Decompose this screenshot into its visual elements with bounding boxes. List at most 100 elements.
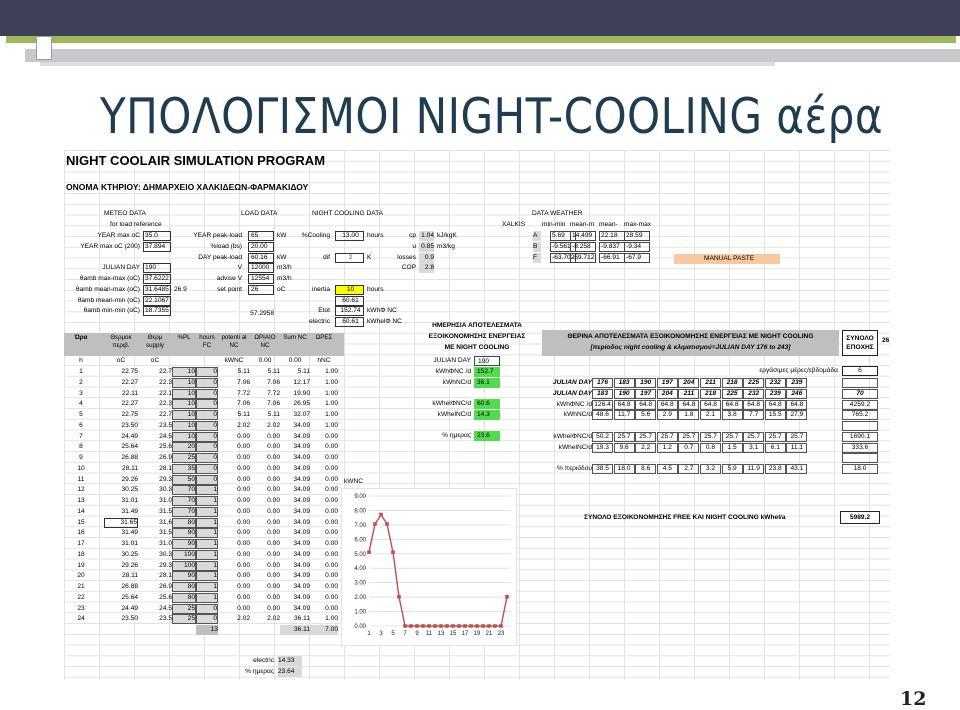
seasonal-cell: 211 [700,378,721,388]
hourly-cell: 0 [196,614,218,625]
hourly-cell: 0.00 [267,540,280,547]
weather-col-header: mean-m [570,221,595,228]
hourly-cell: 26.88 [121,454,138,461]
hourly-electric-value: 14.33 [278,656,302,666]
chart-point [481,624,485,628]
hourly-cell: 80 [172,517,196,528]
weather-header: DATA WEATHER [532,210,583,217]
hourly-cell: 0.00 [237,583,250,590]
hourly-cell: 19.90 [293,389,310,397]
work-days-value: 6 [842,366,878,376]
hourly-cell: 34.09 [293,529,310,537]
chart-point [499,624,503,628]
chart-point [421,624,425,628]
nc-label: electric [309,318,330,325]
seasonal-cell: 204 [678,378,700,388]
hourly-cell: 0.00 [267,604,280,612]
hourly-cell: 14 [77,507,85,515]
hourly-cell: 1.00 [325,378,338,386]
hourly-cell: 25.64 [121,593,138,601]
spreadsheet: NIGHT COOLAIR SIMULATION PROGRAM ΟΝΟΜΑ Κ… [64,150,890,680]
hourly-cell: 0.00 [267,464,280,472]
free-total-value: 5989.2 [840,511,880,524]
nc-value: 60.61 [335,317,364,327]
hourly-header-cell: Θερμ supply [146,334,164,349]
hourly-cell: 0.00 [267,593,280,601]
seasonal-cell: 25.7 [613,431,635,442]
daily-value: 152.7 [474,366,500,377]
chart-y-tick: 9.00 [354,494,366,500]
seasonal-cell: 25.7 [635,431,657,442]
seasonal-cell: 25.7 [656,431,678,442]
daily-title-2: ΕΞΟΙΚΟΝΟΜΗΣΗΣ ΕΝΕΡΓΕΙΑΣ [428,333,526,340]
hourly-cell: 34.09 [293,550,310,558]
seasonal-cell: 2.9 [656,410,678,421]
chart-point [433,624,437,628]
hourly-cell: 0.00 [267,572,280,580]
load-label: DAY peak-load [198,253,242,261]
hourly-header-cell: ΩΡΙΑΙΟ NC [254,334,276,349]
seasonal-cell: 25.7 [721,431,743,442]
hourly-cell: 2.02 [267,615,280,623]
meteo-header: METEO DATA [104,210,146,217]
seasonal-cell: 50.2 [592,431,613,442]
seasonal-cell: 232 [764,378,786,388]
hourly-header-cell: Ώρα [74,334,88,341]
seasonal-cell: 0.7 [678,442,700,453]
hourly-cell: 22.75 [121,368,138,375]
hourly-cell: 26.88 [121,583,138,590]
hourly-cell: 8 [79,443,83,451]
hourly-cell: 34.09 [293,464,310,472]
hourly-cell: 22.7 [159,368,172,375]
manual-paste-cell: MANUAL PASTE [674,254,780,264]
daily-value: 190 [474,356,500,366]
seasonal-cell: 5.6 [635,410,657,421]
weather-cell: -59.712 [570,252,596,263]
hourly-cell: 0.00 [237,464,250,472]
load-extra-value: 57.2958 [250,310,274,317]
hourly-cell: 7.72 [237,389,250,397]
slide-gray-band-thin [40,62,775,66]
program-title: NIGHT COOLAIR SIMULATION PROGRAM [66,153,326,168]
hourly-cell: 19 [77,561,85,569]
hourly-cell: 0.00 [325,507,338,515]
hourly-cell: 34.09 [293,583,310,590]
hourly-unit-cell: 0.00 [258,357,272,364]
hourly-cell: 0.00 [267,432,280,440]
weather-cell: -9.837 [599,241,625,252]
hourly-header-cell: potenti al NC [221,334,247,349]
chart-point [475,624,479,628]
hourly-cell: 0.00 [267,561,280,569]
seasonal-cell: 18.0 [613,464,635,474]
daily-label: kWhelNC/d [437,410,471,418]
hourly-cell: 80 [172,592,196,603]
hourly-cell: 31.5 [159,507,172,515]
seasonal-cell: 48.6 [592,410,613,421]
nc-value: 13.00 [335,231,364,241]
hourly-cell: 31.01 [121,497,138,504]
hourly-cell: 30.3 [159,486,172,494]
hourly-cell: 4 [79,400,83,408]
hourly-cell: 0.00 [237,475,250,483]
hourly-cell: 0.00 [325,529,338,537]
load-label: YEAR peak-load [193,232,242,239]
hourly-cell: 0.00 [267,454,280,461]
load-label: set point [217,285,242,293]
hourly-total-sum: 36.11 [280,625,310,635]
chart-point [415,624,419,628]
hourly-cell: 5.11 [237,411,250,418]
hourly-cell: 34.09 [293,454,310,461]
hourly-cell: 0.00 [237,443,250,451]
hourly-cell: 1 [196,560,218,571]
hourly-cell: 1 [196,592,218,603]
chart-y-tick: 7.00 [354,523,366,529]
hourly-cell: 26.9 [159,583,172,590]
hourly-cell: 1 [196,496,218,506]
hourly-cell: 1 [79,368,83,375]
seasonal-cell: 25.7 [764,431,786,442]
seasonal-cell: 64.8 [743,399,765,410]
seasonal-cell: 218 [700,388,721,399]
hourly-cell: 0.00 [267,550,280,558]
seasonal-cell: 6.1 [764,442,786,453]
hourly-header-cell: ΩΡΕΣ [315,334,333,341]
